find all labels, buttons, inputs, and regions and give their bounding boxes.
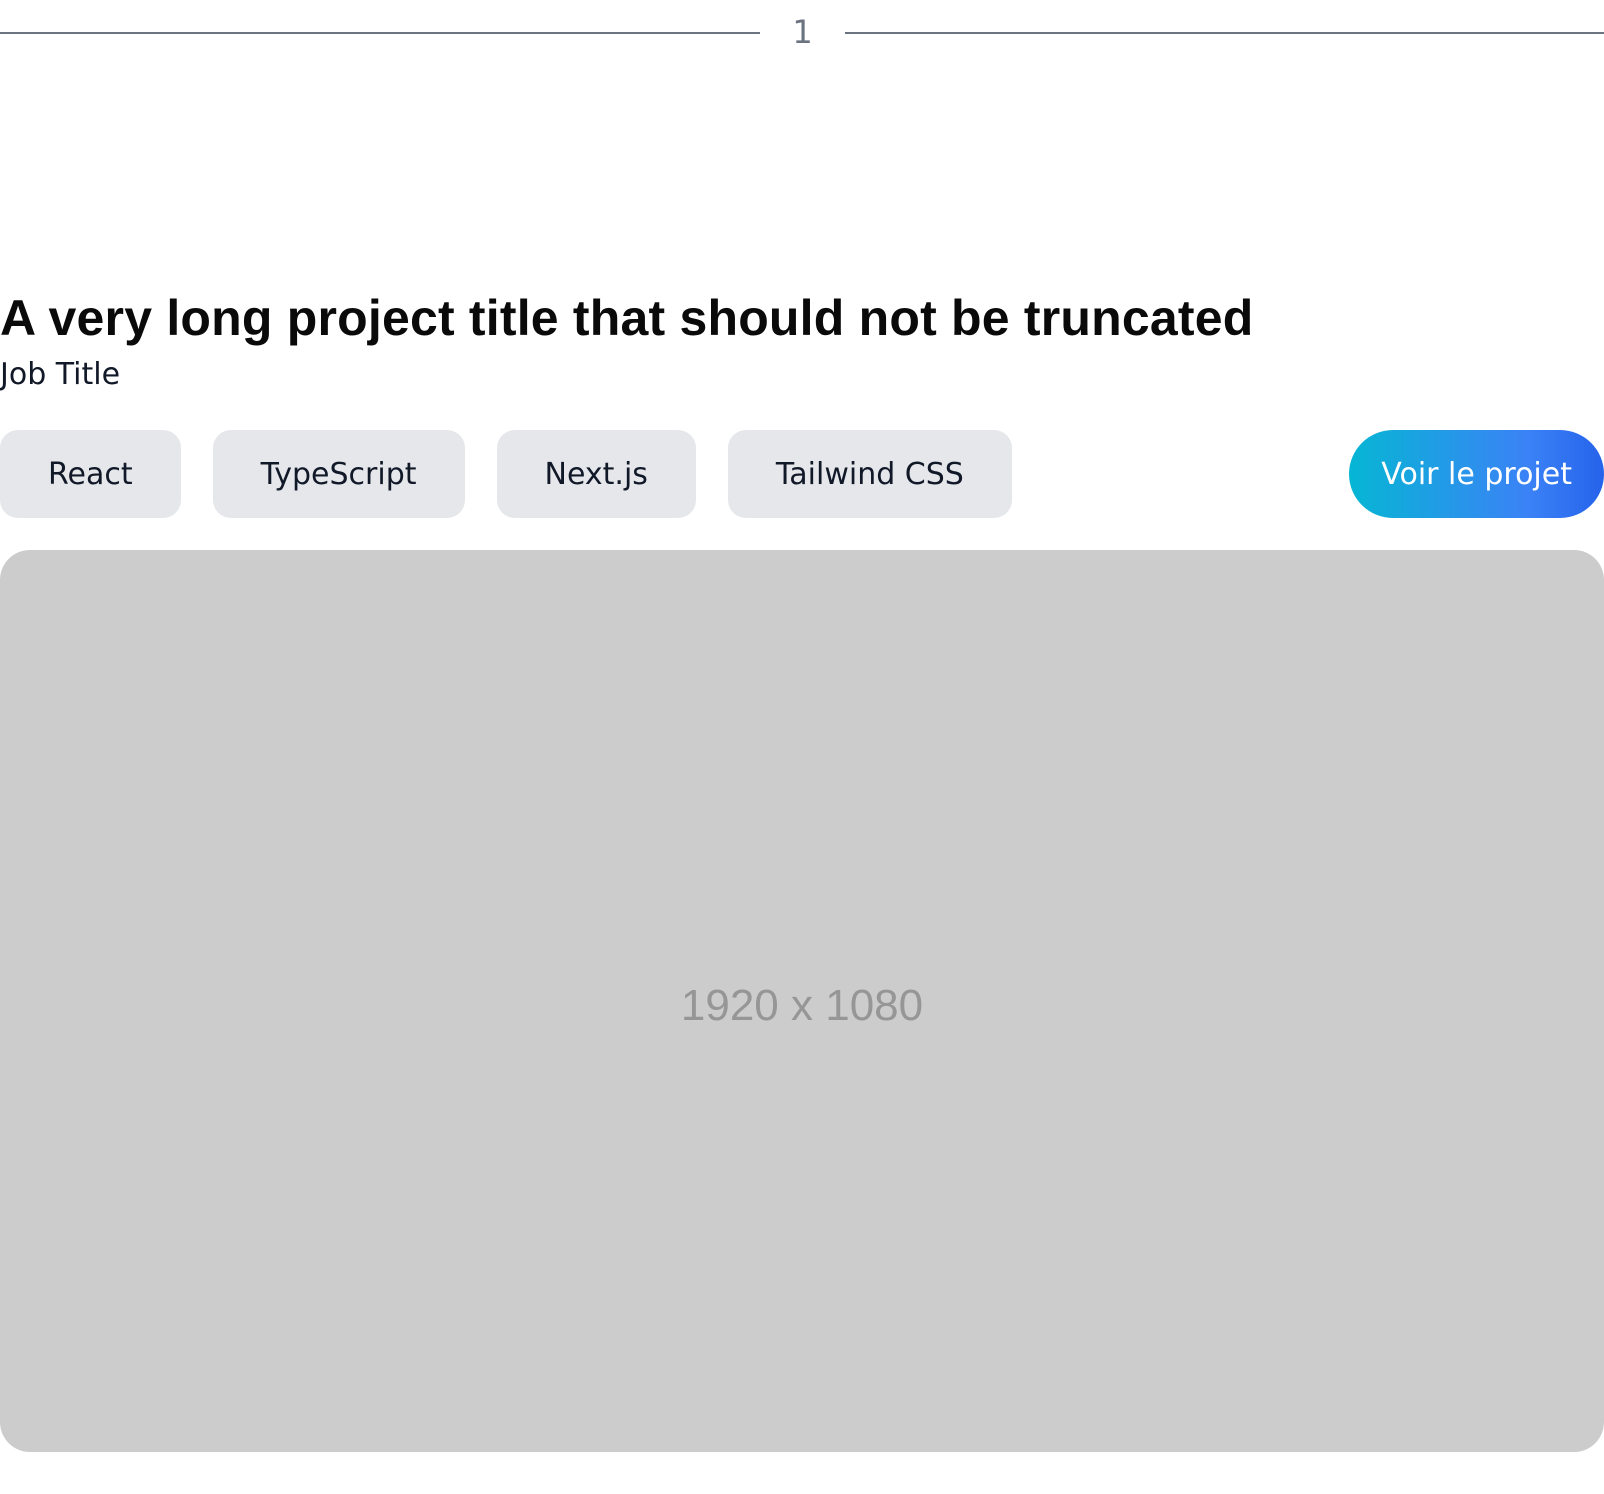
divider-line-left	[0, 32, 760, 34]
section-divider: 1	[0, 0, 1604, 66]
project-image-placeholder: 1920 x 1080	[0, 550, 1604, 1452]
image-dimensions-label: 1920 x 1080	[680, 981, 924, 1030]
section-number: 1	[792, 13, 813, 51]
view-project-button[interactable]: Voir le projet	[1349, 430, 1604, 518]
divider-line-right	[845, 32, 1604, 34]
tech-tag-nextjs: Next.js	[496, 430, 696, 518]
tech-tag-tailwind: Tailwind CSS	[727, 430, 1012, 518]
job-title: Job Title	[0, 357, 121, 392]
tech-tag-typescript: TypeScript	[212, 430, 465, 518]
tech-tags: React TypeScript Next.js Tailwind CSS	[0, 430, 1012, 518]
project-title: A very long project title that should no…	[0, 290, 1254, 346]
tech-tag-react: React	[0, 430, 181, 518]
